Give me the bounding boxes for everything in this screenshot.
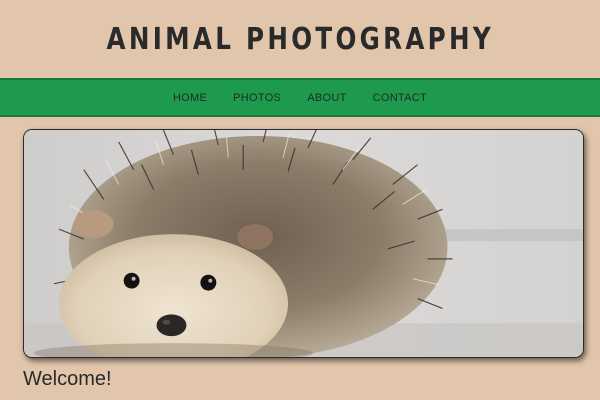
nav-link-about[interactable]: ABOUT: [307, 92, 346, 104]
hedgehog-photo: [24, 130, 583, 357]
welcome-heading: Welcome!: [23, 368, 112, 390]
hero-image: [23, 129, 584, 358]
main-nav: HOME PHOTOS ABOUT CONTACT: [0, 78, 600, 117]
site-title: ANIMAL PHOTOGRAPHY: [106, 21, 494, 57]
nav-link-contact[interactable]: CONTACT: [373, 92, 427, 104]
site-header: ANIMAL PHOTOGRAPHY: [0, 0, 600, 78]
nav-link-photos[interactable]: PHOTOS: [233, 92, 281, 104]
nav-link-home[interactable]: HOME: [173, 92, 207, 104]
